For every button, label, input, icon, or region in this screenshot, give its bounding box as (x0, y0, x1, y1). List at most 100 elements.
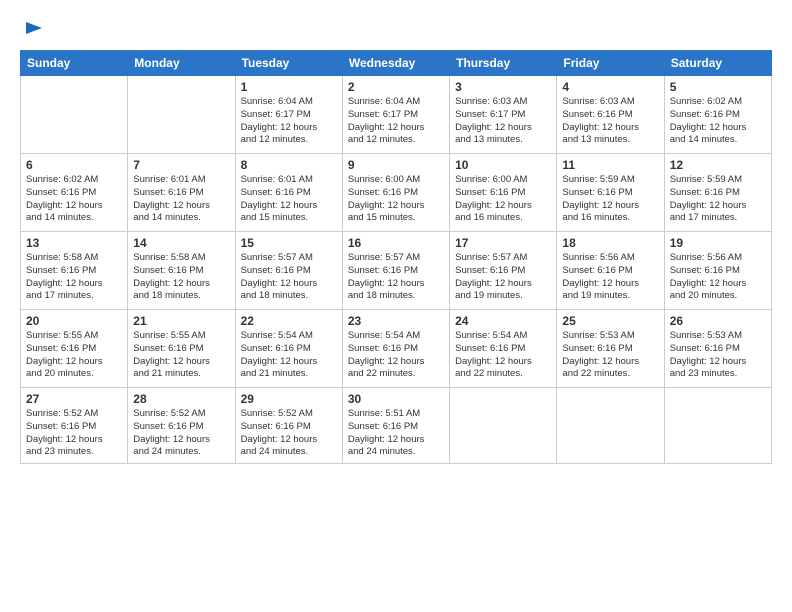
col-header-wednesday: Wednesday (342, 51, 449, 76)
day-number: 5 (670, 80, 766, 94)
header (20, 18, 772, 40)
day-number: 8 (241, 158, 337, 172)
day-info: Sunrise: 5:57 AM Sunset: 6:16 PM Dayligh… (455, 252, 551, 303)
calendar-cell: 18 Sunrise: 5:56 AM Sunset: 6:16 PM Dayli… (557, 232, 664, 310)
day-number: 15 (241, 236, 337, 250)
day-number: 9 (348, 158, 444, 172)
day-number: 14 (133, 236, 229, 250)
calendar-cell: 10 Sunrise: 6:00 AM Sunset: 6:16 PM Dayli… (450, 154, 557, 232)
col-header-thursday: Thursday (450, 51, 557, 76)
day-number: 19 (670, 236, 766, 250)
day-info: Sunrise: 6:02 AM Sunset: 6:16 PM Dayligh… (670, 96, 766, 147)
day-number: 1 (241, 80, 337, 94)
calendar-cell: 4Sunrise: 6:03 AM Sunset: 6:16 PM Daylig… (557, 76, 664, 154)
calendar-week-row: 6 Sunrise: 6:02 AM Sunset: 6:16 PM Daylig… (21, 154, 772, 232)
calendar-cell: 14 Sunrise: 5:58 AM Sunset: 6:16 PM Dayli… (128, 232, 235, 310)
day-info: Sunrise: 5:54 AM Sunset: 6:16 PM Dayligh… (455, 330, 551, 381)
day-number: 11 (562, 158, 658, 172)
calendar-cell: 11 Sunrise: 5:59 AM Sunset: 6:16 PM Dayli… (557, 154, 664, 232)
col-header-sunday: Sunday (21, 51, 128, 76)
day-number: 13 (26, 236, 122, 250)
calendar-cell (128, 76, 235, 154)
day-number: 24 (455, 314, 551, 328)
calendar-cell: 30 Sunrise: 5:51 AM Sunset: 6:16 PM Dayli… (342, 388, 449, 464)
calendar-cell: 23Sunrise: 5:54 AM Sunset: 6:16 PM Dayli… (342, 310, 449, 388)
day-info: Sunrise: 6:01 AM Sunset: 6:16 PM Dayligh… (241, 174, 337, 225)
day-info: Sunrise: 5:56 AM Sunset: 6:16 PM Dayligh… (562, 252, 658, 303)
day-number: 27 (26, 392, 122, 406)
calendar-cell: 9 Sunrise: 6:00 AM Sunset: 6:16 PM Daylig… (342, 154, 449, 232)
day-number: 29 (241, 392, 337, 406)
day-info: Sunrise: 5:54 AM Sunset: 6:16 PM Dayligh… (348, 330, 444, 381)
calendar-cell: 25Sunrise: 5:53 AM Sunset: 6:16 PM Dayli… (557, 310, 664, 388)
day-info: Sunrise: 5:58 AM Sunset: 6:16 PM Dayligh… (133, 252, 229, 303)
calendar-page: SundayMondayTuesdayWednesdayThursdayFrid… (0, 0, 792, 612)
col-header-monday: Monday (128, 51, 235, 76)
calendar-cell: 22 Sunrise: 5:54 AM Sunset: 6:16 PM Dayli… (235, 310, 342, 388)
day-number: 20 (26, 314, 122, 328)
day-number: 30 (348, 392, 444, 406)
calendar-cell: 12Sunrise: 5:59 AM Sunset: 6:16 PM Dayli… (664, 154, 771, 232)
day-info: Sunrise: 6:04 AM Sunset: 6:17 PM Dayligh… (241, 96, 337, 147)
calendar-cell: 8 Sunrise: 6:01 AM Sunset: 6:16 PM Daylig… (235, 154, 342, 232)
day-number: 4 (562, 80, 658, 94)
calendar-cell: 19 Sunrise: 5:56 AM Sunset: 6:16 PM Dayli… (664, 232, 771, 310)
calendar-cell: 15Sunrise: 5:57 AM Sunset: 6:16 PM Dayli… (235, 232, 342, 310)
calendar-cell: 16 Sunrise: 5:57 AM Sunset: 6:16 PM Dayli… (342, 232, 449, 310)
day-info: Sunrise: 5:57 AM Sunset: 6:16 PM Dayligh… (348, 252, 444, 303)
calendar-cell: 3Sunrise: 6:03 AM Sunset: 6:17 PM Daylig… (450, 76, 557, 154)
day-info: Sunrise: 6:02 AM Sunset: 6:16 PM Dayligh… (26, 174, 122, 225)
day-info: Sunrise: 5:51 AM Sunset: 6:16 PM Dayligh… (348, 408, 444, 459)
col-header-saturday: Saturday (664, 51, 771, 76)
day-number: 10 (455, 158, 551, 172)
calendar-cell: 6 Sunrise: 6:02 AM Sunset: 6:16 PM Daylig… (21, 154, 128, 232)
calendar-cell: 26 Sunrise: 5:53 AM Sunset: 6:16 PM Dayli… (664, 310, 771, 388)
calendar-cell: 17 Sunrise: 5:57 AM Sunset: 6:16 PM Dayli… (450, 232, 557, 310)
day-info: Sunrise: 5:59 AM Sunset: 6:16 PM Dayligh… (562, 174, 658, 225)
calendar-cell: 28 Sunrise: 5:52 AM Sunset: 6:16 PM Dayli… (128, 388, 235, 464)
calendar-week-row: 20 Sunrise: 5:55 AM Sunset: 6:16 PM Dayli… (21, 310, 772, 388)
calendar-cell: 27 Sunrise: 5:52 AM Sunset: 6:16 PM Dayli… (21, 388, 128, 464)
day-info: Sunrise: 5:53 AM Sunset: 6:16 PM Dayligh… (562, 330, 658, 381)
day-info: Sunrise: 5:58 AM Sunset: 6:16 PM Dayligh… (26, 252, 122, 303)
day-number: 6 (26, 158, 122, 172)
calendar-cell: 21 Sunrise: 5:55 AM Sunset: 6:16 PM Dayli… (128, 310, 235, 388)
calendar-week-row: 27 Sunrise: 5:52 AM Sunset: 6:16 PM Dayli… (21, 388, 772, 464)
calendar-week-row: 1 Sunrise: 6:04 AM Sunset: 6:17 PM Daylig… (21, 76, 772, 154)
day-number: 2 (348, 80, 444, 94)
day-number: 12 (670, 158, 766, 172)
day-info: Sunrise: 6:01 AM Sunset: 6:16 PM Dayligh… (133, 174, 229, 225)
day-info: Sunrise: 5:52 AM Sunset: 6:16 PM Dayligh… (26, 408, 122, 459)
day-number: 17 (455, 236, 551, 250)
logo (20, 18, 46, 40)
calendar-cell (557, 388, 664, 464)
calendar-cell (21, 76, 128, 154)
day-info: Sunrise: 6:04 AM Sunset: 6:17 PM Dayligh… (348, 96, 444, 147)
calendar-cell: 29Sunrise: 5:52 AM Sunset: 6:16 PM Dayli… (235, 388, 342, 464)
day-number: 28 (133, 392, 229, 406)
day-info: Sunrise: 6:00 AM Sunset: 6:16 PM Dayligh… (348, 174, 444, 225)
day-info: Sunrise: 5:56 AM Sunset: 6:16 PM Dayligh… (670, 252, 766, 303)
day-number: 21 (133, 314, 229, 328)
calendar-week-row: 13 Sunrise: 5:58 AM Sunset: 6:16 PM Dayli… (21, 232, 772, 310)
day-info: Sunrise: 5:54 AM Sunset: 6:16 PM Dayligh… (241, 330, 337, 381)
calendar-cell: 20 Sunrise: 5:55 AM Sunset: 6:16 PM Dayli… (21, 310, 128, 388)
day-info: Sunrise: 6:00 AM Sunset: 6:16 PM Dayligh… (455, 174, 551, 225)
day-info: Sunrise: 5:52 AM Sunset: 6:16 PM Dayligh… (133, 408, 229, 459)
day-info: Sunrise: 5:55 AM Sunset: 6:16 PM Dayligh… (26, 330, 122, 381)
day-number: 22 (241, 314, 337, 328)
calendar-cell: 13 Sunrise: 5:58 AM Sunset: 6:16 PM Dayli… (21, 232, 128, 310)
day-info: Sunrise: 5:53 AM Sunset: 6:16 PM Dayligh… (670, 330, 766, 381)
calendar-cell: 24 Sunrise: 5:54 AM Sunset: 6:16 PM Dayli… (450, 310, 557, 388)
day-number: 16 (348, 236, 444, 250)
day-number: 26 (670, 314, 766, 328)
day-info: Sunrise: 6:03 AM Sunset: 6:17 PM Dayligh… (455, 96, 551, 147)
day-number: 7 (133, 158, 229, 172)
calendar-cell (450, 388, 557, 464)
calendar-table: SundayMondayTuesdayWednesdayThursdayFrid… (20, 50, 772, 464)
day-number: 18 (562, 236, 658, 250)
col-header-friday: Friday (557, 51, 664, 76)
day-info: Sunrise: 5:55 AM Sunset: 6:16 PM Dayligh… (133, 330, 229, 381)
logo-flag-icon (22, 18, 46, 42)
col-header-tuesday: Tuesday (235, 51, 342, 76)
